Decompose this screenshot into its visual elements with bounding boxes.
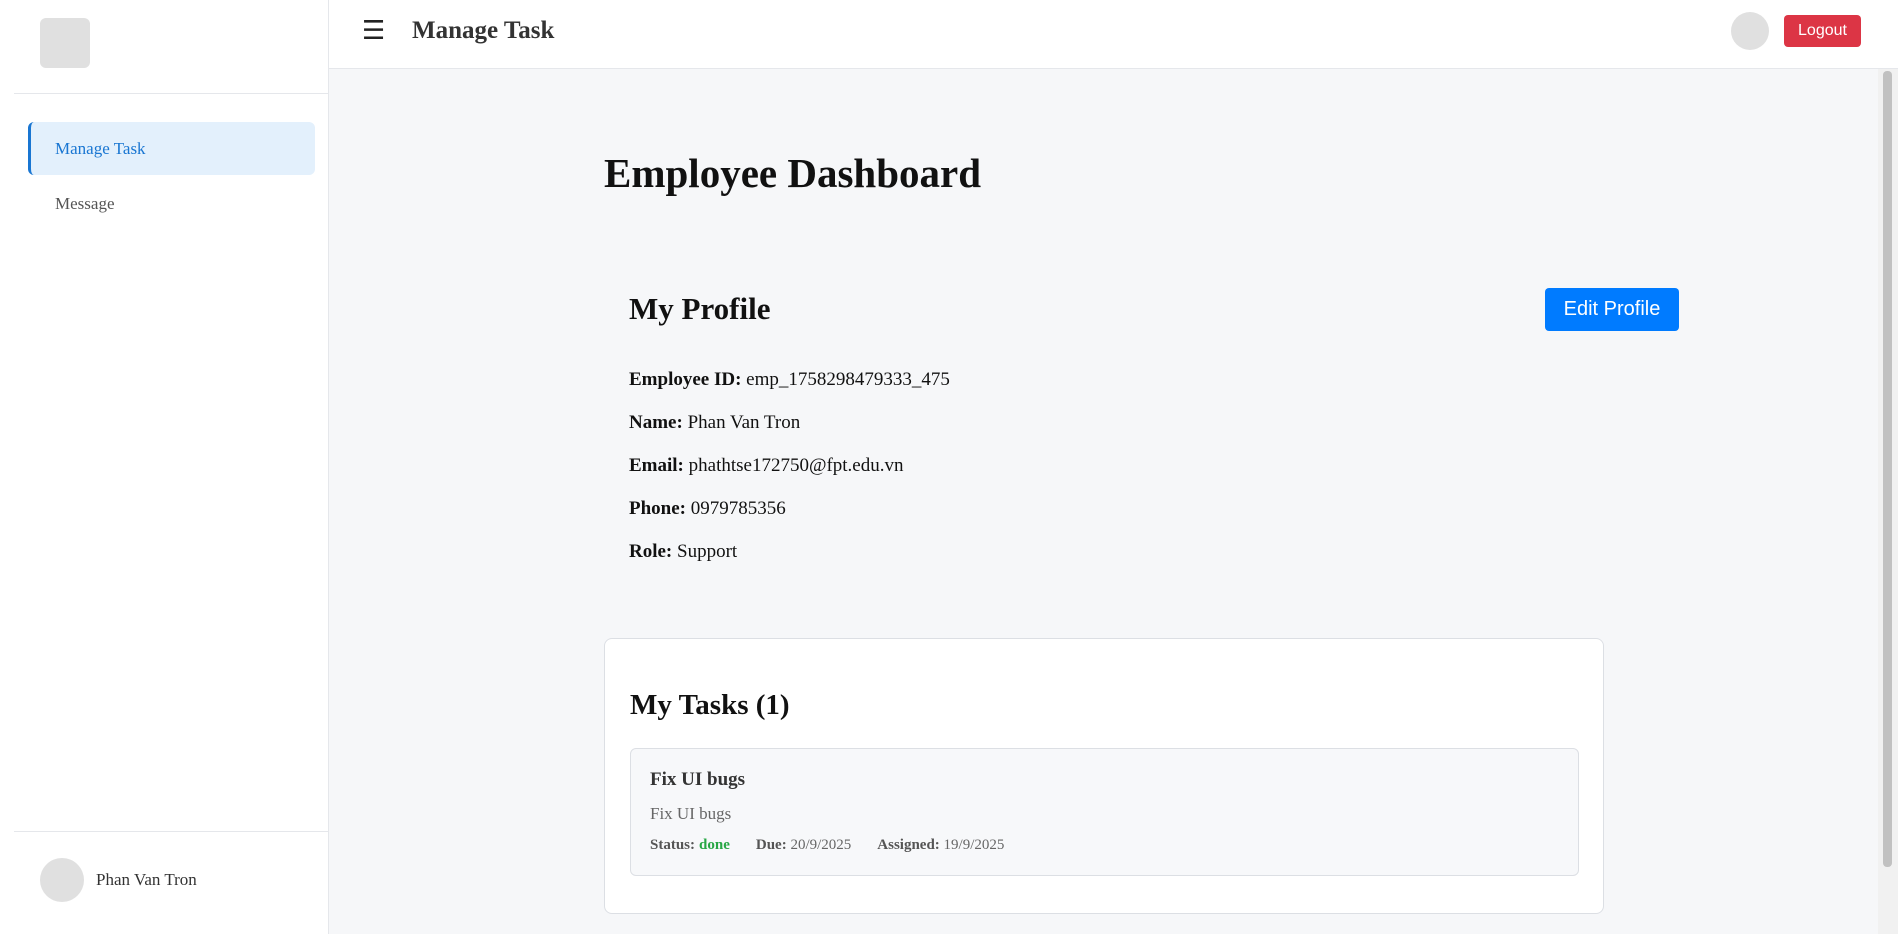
task-description: Fix UI bugs — [650, 804, 732, 823]
profile-title: My Profile — [629, 291, 771, 326]
status-badge: done — [699, 837, 730, 853]
sidebar-item-manage-task[interactable]: Manage Task — [28, 122, 315, 175]
sidebar-item-label: Manage Task — [55, 138, 146, 158]
field-label: Email: — [629, 455, 684, 476]
task-title: Fix UI bugs — [650, 769, 746, 790]
sidebar-user[interactable]: Phan Van Tron — [40, 858, 197, 902]
due-label: Due: — [755, 837, 787, 853]
field-label: Role: — [629, 541, 673, 562]
profile-field-phone: Phone: 0979785356 — [629, 497, 950, 540]
profile-field-role: Role: Support — [629, 540, 950, 583]
field-value: Support — [677, 541, 738, 562]
sidebar-divider — [14, 831, 328, 832]
assigned-label: Assigned: — [877, 837, 940, 853]
field-label: Employee ID: — [629, 369, 742, 390]
app-root: Manage Task Message Phan Van Tron ☰ Mana… — [0, 0, 1898, 934]
logo-placeholder — [40, 18, 90, 68]
due-value: 20/9/2025 — [790, 837, 852, 853]
tasks-card: My Tasks (1) Fix UI bugs Fix UI bugs Sta… — [604, 638, 1604, 914]
avatar[interactable] — [1731, 12, 1769, 50]
logout-button[interactable]: Logout — [1784, 15, 1861, 47]
hamburger-menu-icon[interactable]: ☰ — [362, 16, 385, 46]
avatar — [40, 858, 84, 902]
task-meta: Status: done Due: 20/9/2025 Assigned: 19/… — [650, 837, 1030, 854]
profile-fields: Employee ID: emp_1758298479333_475 Name:… — [629, 368, 950, 583]
assigned-value: 19/9/2025 — [943, 837, 1005, 853]
top-header: ☰ Manage Task Logout — [329, 0, 1898, 69]
field-label: Phone: — [629, 498, 686, 519]
sidebar-user-name: Phan Van Tron — [96, 870, 197, 889]
header-title: Manage Task — [412, 17, 555, 44]
profile-field-employee-id: Employee ID: emp_1758298479333_475 — [629, 368, 950, 411]
field-value: 0979785356 — [690, 498, 786, 519]
main-scrollbar[interactable] — [1878, 69, 1898, 934]
main-content: Employee Dashboard My Profile Edit Profi… — [329, 69, 1878, 934]
status-label: Status: — [650, 837, 696, 853]
task-item[interactable]: Fix UI bugs Fix UI bugs Status: done Due:… — [630, 748, 1579, 876]
sidebar-divider — [14, 93, 328, 94]
page-title: Employee Dashboard — [604, 150, 982, 196]
sidebar-item-label: Message — [55, 193, 115, 213]
profile-field-name: Name: Phan Van Tron — [629, 411, 950, 454]
field-value: phathtse172750@fpt.edu.vn — [688, 455, 904, 476]
profile-field-email: Email: phathtse172750@fpt.edu.vn — [629, 454, 950, 497]
task-assigned: Assigned: 19/9/2025 — [877, 837, 1004, 854]
edit-profile-button[interactable]: Edit Profile — [1545, 288, 1679, 331]
sidebar: Manage Task Message Phan Van Tron — [0, 0, 329, 934]
field-value: emp_1758298479333_475 — [746, 369, 950, 390]
task-status: Status: done — [650, 837, 730, 854]
sidebar-item-message[interactable]: Message — [28, 177, 315, 230]
field-value: Phan Van Tron — [687, 412, 801, 433]
scrollbar-thumb[interactable] — [1883, 71, 1892, 867]
task-due: Due: 20/9/2025 — [756, 837, 851, 854]
sidebar-nav: Manage Task Message — [28, 122, 315, 232]
field-label: Name: — [629, 412, 683, 433]
tasks-title: My Tasks (1) — [630, 689, 790, 721]
